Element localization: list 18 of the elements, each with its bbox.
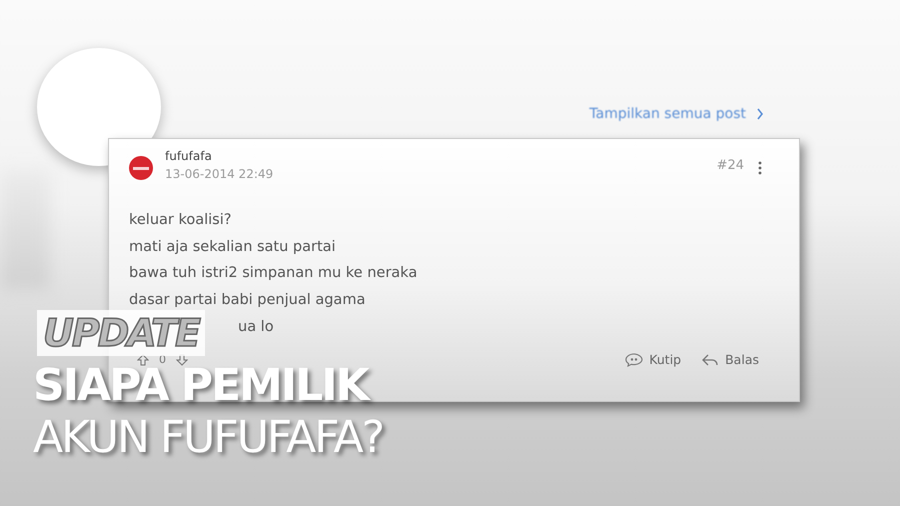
reply-button[interactable]: Balas bbox=[701, 352, 759, 368]
post-number: #24 bbox=[716, 158, 744, 173]
speech-bubble-icon bbox=[625, 352, 644, 367]
author-name[interactable]: fufufafa bbox=[165, 149, 274, 163]
more-options-icon[interactable] bbox=[758, 161, 762, 175]
post-text-line: mati aja sekalian satu partai bbox=[129, 238, 337, 257]
upvote-icon[interactable] bbox=[137, 354, 149, 366]
post-text-line: bawa tuh istri2 simpanan mu ke neraka bbox=[129, 264, 418, 284]
downvote-icon[interactable] bbox=[176, 354, 188, 366]
chevron-icon bbox=[756, 108, 764, 120]
avatar-icon bbox=[129, 156, 153, 180]
post-timestamp: 13-06-2014 22:49 bbox=[165, 167, 274, 181]
reply-arrow-icon bbox=[701, 352, 720, 367]
update-badge: UPDATE bbox=[37, 310, 205, 356]
headline-text: AKUN FUFUFAFA? bbox=[33, 412, 383, 464]
post-text-line: dasar partai babi penjual agama bbox=[129, 291, 366, 310]
quote-button[interactable]: Kutip bbox=[625, 352, 682, 368]
post-text-line: keluar koalisi? bbox=[129, 211, 232, 230]
